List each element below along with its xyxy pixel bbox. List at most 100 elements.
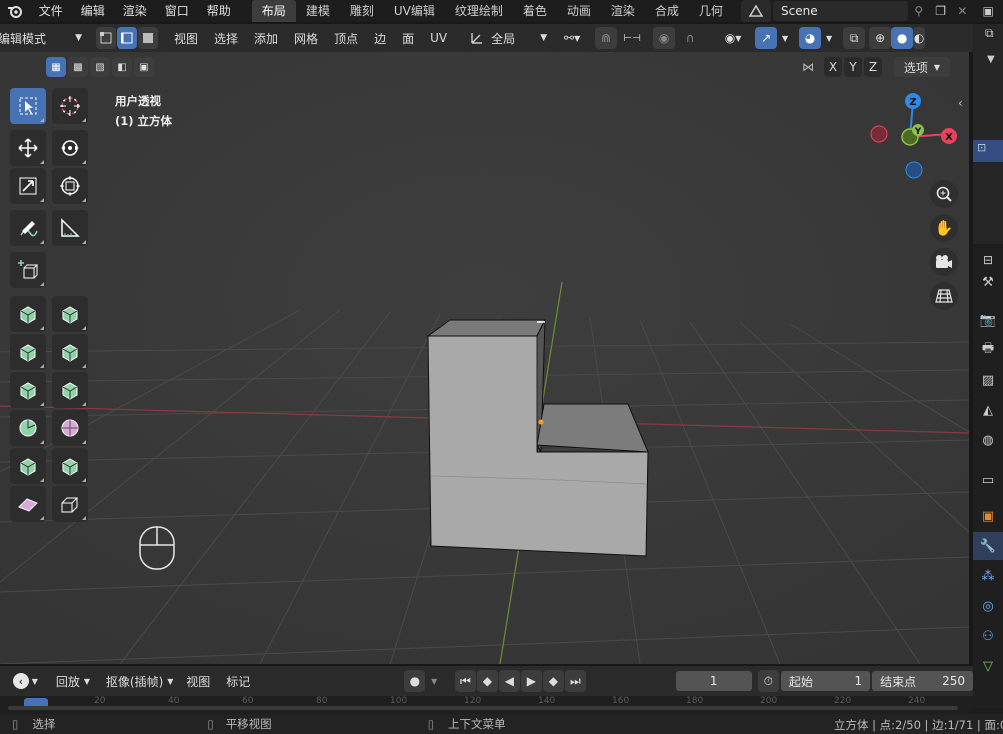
data-icon[interactable]: ▽ (973, 652, 1003, 680)
object-icon[interactable]: ▣ (973, 502, 1003, 530)
workspace-tab[interactable]: 渲染 (601, 0, 645, 22)
world-icon[interactable]: ◍ (973, 426, 1003, 454)
viewport-menu-item[interactable]: 视图 (166, 30, 206, 47)
bevel-tool[interactable] (10, 334, 46, 370)
select-new-button[interactable]: ▦ (46, 57, 66, 77)
camera-icon[interactable] (930, 248, 958, 276)
mode-selector[interactable]: 编辑模式 ▼ (0, 27, 88, 49)
outliner-icon[interactable]: ⧉ (985, 26, 994, 41)
3d-viewport[interactable]: ▦ ▩ ▧ ◧ ▣ 用户透视 (1) 立方体 ⋈ X Y Z 选项 ▼ ‹ Z X… (0, 52, 969, 664)
snap-toggle[interactable]: ⋒ (595, 27, 618, 49)
menu-item[interactable]: 帮助 (198, 0, 240, 22)
rotate-tool[interactable] (52, 130, 88, 166)
falloff-dropdown[interactable]: ∩ (675, 27, 706, 49)
select-invert-button[interactable]: ◧ (112, 57, 132, 77)
pin-icon[interactable]: ⚲ (908, 4, 930, 18)
physics-icon[interactable]: ◎ (973, 592, 1003, 620)
vertex-select-button[interactable] (96, 27, 116, 49)
play-icon[interactable]: ▶ (520, 670, 542, 692)
workspace-tab[interactable]: 几何 (689, 0, 733, 22)
move-tool[interactable] (10, 130, 46, 166)
scene-icon[interactable]: ◭ (973, 396, 1003, 424)
timeline-scrubber[interactable]: 20 40 60 80 100 120 140 160 180 200 220 240 (0, 696, 973, 714)
viewport-menu-item[interactable]: 面 (394, 30, 422, 47)
wireframe-shading-button[interactable]: ⊕ (869, 27, 892, 49)
play-reverse-icon[interactable]: ◀ (498, 670, 520, 692)
menu-item[interactable]: 渲染 (114, 0, 156, 22)
timeline-marker-menu[interactable]: 标记 (218, 673, 258, 690)
collection-icon[interactable]: ▭ (973, 466, 1003, 494)
auto-keying-toggle[interactable]: ● (404, 670, 426, 692)
navigation-gizmo[interactable]: Z X Y (866, 90, 966, 186)
workspace-tab[interactable]: 动画 (557, 0, 601, 22)
gizmo-toggle[interactable]: ↗ (755, 27, 778, 49)
copy-scene-icon[interactable]: ❐ (930, 4, 952, 18)
viewport-menu-item[interactable]: UV (422, 31, 455, 45)
current-frame-field[interactable]: 1 (675, 671, 752, 691)
visibility-dropdown[interactable]: ◉ ▼ (717, 27, 750, 49)
options-dropdown[interactable]: 选项 ▼ (894, 57, 950, 77)
transform-orientation-dropdown[interactable]: 全局 ▼ (465, 27, 552, 49)
timeline-view-menu[interactable]: 视图 (178, 673, 218, 690)
blender-logo-icon[interactable] (0, 0, 30, 22)
viewport-menu-item[interactable]: 顶点 (326, 30, 366, 47)
workspace-tab[interactable]: 布局 (251, 0, 296, 22)
shear-tool[interactable] (10, 486, 46, 522)
overlay-toggle[interactable]: ◕ (799, 27, 822, 49)
modifier-icon[interactable]: 🔧 (973, 532, 1003, 560)
jump-start-icon[interactable]: ⏮ (454, 670, 476, 692)
timeline-scrollbar[interactable] (8, 706, 958, 710)
select-box-tool[interactable] (10, 88, 46, 124)
scene-selector-icon[interactable] (741, 0, 771, 22)
render-icon[interactable]: 📷 (973, 306, 1003, 334)
constraints-icon[interactable]: ⚇ (973, 622, 1003, 650)
rip-tool[interactable] (52, 486, 88, 522)
select-subtract-button[interactable]: ▧ (90, 57, 110, 77)
select-intersect-button[interactable]: ▣ (134, 57, 154, 77)
viewport-menu-item[interactable]: 边 (366, 30, 394, 47)
outliner-selected-row[interactable]: ⊡ (973, 140, 1003, 162)
editor-type-dropdown[interactable]: ‹ ▼ (8, 670, 43, 692)
poly-build-tool[interactable] (52, 372, 88, 408)
measure-tool[interactable] (52, 210, 88, 246)
end-frame-field[interactable]: 结束点 250 (872, 671, 974, 691)
output-icon[interactable]: 🖶 (973, 336, 1003, 364)
knife-tool[interactable] (10, 372, 46, 408)
workspace-tab[interactable]: 建模 (296, 0, 340, 22)
prev-keyframe-icon[interactable]: ◆ (476, 670, 498, 692)
face-select-button[interactable] (138, 27, 158, 49)
view-layer-icon[interactable]: ▣ (973, 4, 1003, 18)
transform-tool[interactable] (52, 168, 88, 204)
particles-icon[interactable]: ⁂ (973, 562, 1003, 590)
edge-select-button[interactable] (117, 27, 137, 49)
tool-settings-icon[interactable]: ⚒ (973, 268, 1003, 296)
filter-icon[interactable]: ▼ (987, 54, 995, 65)
grid-ortho-icon[interactable] (930, 282, 958, 310)
overlay-dropdown[interactable]: ▼ (821, 27, 838, 49)
add-cube-tool[interactable] (10, 252, 46, 288)
close-icon[interactable]: ✕ (951, 4, 973, 18)
next-keyframe-icon[interactable]: ◆ (542, 670, 564, 692)
start-frame-field[interactable]: 起始 1 (780, 671, 871, 691)
workspace-tab[interactable]: 雕刻 (340, 0, 384, 22)
inset-tool[interactable] (52, 296, 88, 332)
mirror-x-toggle[interactable]: X (824, 57, 842, 77)
workspace-tab[interactable]: 着色 (513, 0, 557, 22)
preview-range-icon[interactable]: ⏱ (757, 670, 779, 692)
workspace-tab[interactable]: UV编辑 (384, 0, 445, 22)
extrude-tool[interactable] (10, 296, 46, 332)
jump-end-icon[interactable]: ⏭ (564, 670, 586, 692)
playback-menu[interactable]: 回放 ▼ (50, 670, 96, 692)
cursor-tool[interactable] (52, 88, 88, 124)
menu-item[interactable]: 文件 (30, 0, 72, 22)
viewport-menu-item[interactable]: 选择 (206, 30, 246, 47)
edge-slide-tool[interactable] (10, 448, 46, 484)
workspace-tab[interactable]: 纹理绘制 (445, 0, 513, 22)
mirror-z-toggle[interactable]: Z (864, 57, 882, 77)
scene-name-field[interactable]: Scene (772, 1, 908, 21)
menu-item[interactable]: 编辑 (72, 0, 114, 22)
viewport-menu-item[interactable]: 添加 (246, 30, 286, 47)
select-extend-button[interactable]: ▩ (68, 57, 88, 77)
mirror-y-toggle[interactable]: Y (844, 57, 862, 77)
annotate-tool[interactable] (10, 210, 46, 246)
